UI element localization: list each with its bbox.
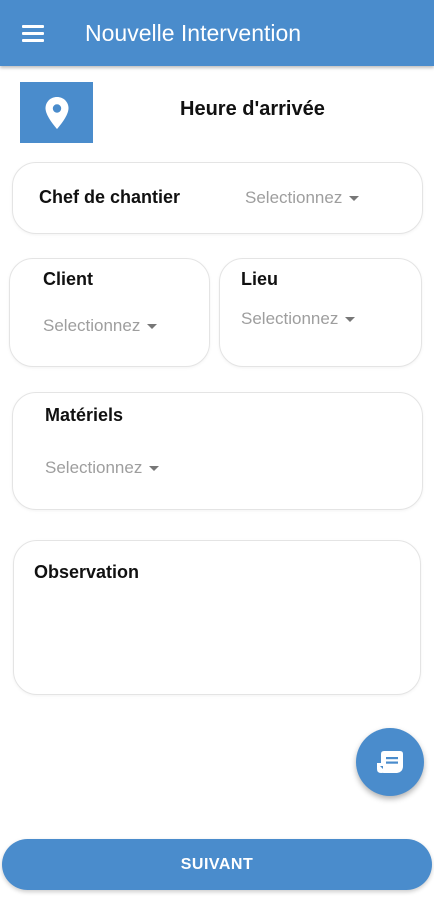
observation-field[interactable] [34, 591, 402, 681]
client-select[interactable]: Selectionnez [43, 316, 158, 336]
caret-down-icon [349, 195, 360, 201]
caret-down-icon [149, 465, 160, 471]
client-select-value: Selectionnez [43, 316, 141, 335]
next-button[interactable]: SUIVANT [2, 839, 432, 890]
page-title: Nouvelle Intervention [85, 19, 302, 46]
observation-card[interactable]: Observation [13, 540, 421, 695]
materiels-label: Matériels [45, 405, 124, 425]
materiels-select[interactable]: Selectionnez [45, 458, 160, 478]
client-label: Client [43, 269, 94, 289]
lieu-select[interactable]: Selectionnez [241, 309, 356, 329]
chef-select-value: Selectionnez [245, 188, 343, 207]
observation-label: Observation [34, 562, 140, 582]
lieu-label: Lieu [241, 269, 279, 289]
chef-card: Chef de chantier Selectionnez [12, 162, 423, 234]
materiels-select-value: Selectionnez [45, 458, 143, 477]
chef-select[interactable]: Selectionnez [245, 188, 360, 208]
app-bar: Nouvelle Intervention [0, 0, 434, 66]
menu-icon [22, 25, 44, 42]
location-button[interactable] [20, 82, 93, 143]
lieu-card: Lieu Selectionnez [219, 258, 422, 367]
lieu-select-value: Selectionnez [241, 309, 339, 328]
arrival-time-label: Heure d'arrivée [180, 98, 325, 120]
note-fab-button[interactable] [356, 728, 424, 796]
caret-down-icon [147, 323, 158, 329]
materiels-card: Matériels Selectionnez [12, 392, 423, 510]
menu-button[interactable] [0, 0, 66, 66]
client-card: Client Selectionnez [9, 258, 210, 367]
caret-down-icon [345, 316, 356, 322]
chef-label: Chef de chantier [39, 187, 181, 207]
note-icon [377, 751, 403, 773]
location-pin-icon [45, 96, 68, 129]
